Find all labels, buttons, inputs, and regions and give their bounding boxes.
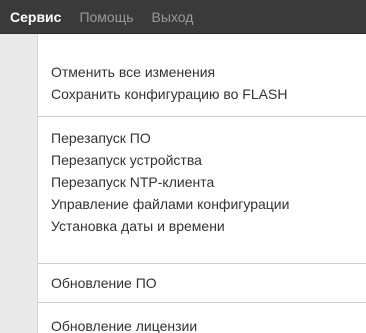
menu-group-license: Обновление лицензии	[38, 315, 366, 333]
menu-help[interactable]: Помощь	[70, 0, 142, 34]
menu-item-software-update[interactable]: Обновление ПО	[38, 272, 366, 294]
menu-separator	[38, 263, 366, 264]
menu-bar: Сервис Помощь Выход	[0, 0, 366, 34]
menu-icon-gutter	[0, 34, 38, 333]
menu-item-undo-all-changes[interactable]: Отменить все изменения	[38, 61, 366, 83]
menu-item-restart-ntp-client[interactable]: Перезапуск NTP-клиента	[38, 171, 366, 193]
menu-separator	[38, 302, 366, 303]
menu-item-set-date-time[interactable]: Установка даты и времени	[38, 215, 366, 237]
menu-item-save-config-flash[interactable]: Сохранить конфигурацию во FLASH	[38, 83, 366, 105]
menu-exit[interactable]: Выход	[143, 0, 203, 34]
menu-group-update: Обновление ПО	[38, 272, 366, 294]
menu-separator	[38, 116, 366, 117]
menu-item-license-update[interactable]: Обновление лицензии	[38, 315, 366, 333]
app-frame: Сервис Помощь Выход Отменить все изменен…	[0, 0, 366, 333]
menu-item-config-file-management[interactable]: Управление файлами конфигурации	[38, 193, 366, 215]
menu-item-restart-software[interactable]: Перезапуск ПО	[38, 127, 366, 149]
menu-group-restart: Перезапуск ПО Перезапуск устройства Пере…	[38, 127, 366, 237]
menu-item-restart-device[interactable]: Перезапуск устройства	[38, 149, 366, 171]
menu-group-config: Отменить все изменения Сохранить конфигу…	[38, 61, 366, 105]
menu-service[interactable]: Сервис	[0, 0, 70, 34]
service-dropdown-menu: Отменить все изменения Сохранить конфигу…	[0, 34, 366, 333]
